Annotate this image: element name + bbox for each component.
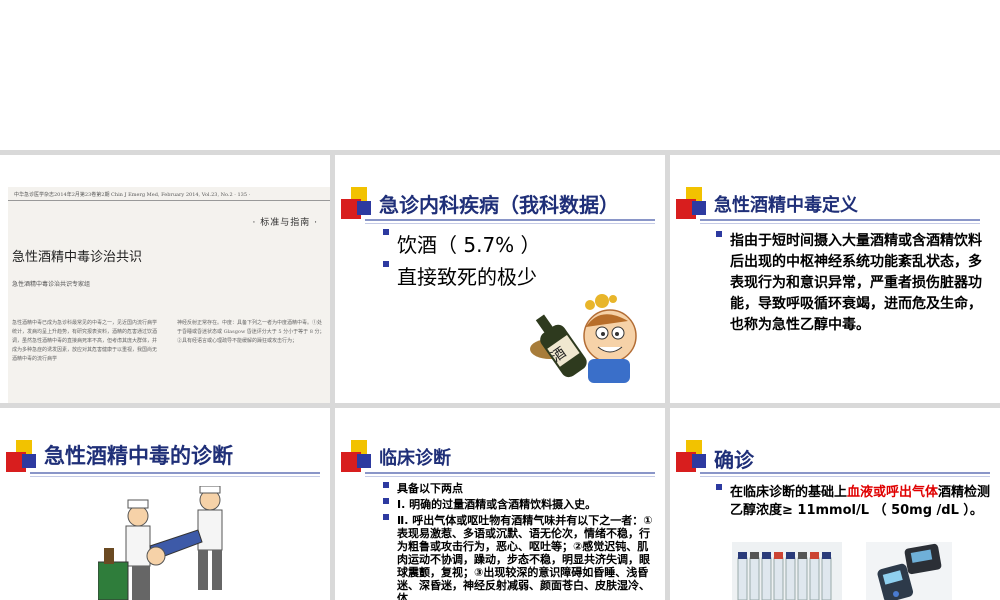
slide-confirmed-diagnosis[interactable]: 确诊 在临床诊断的基础上血液或呼出气体酒精检测乙醇浓度≥ 11mmol/L （ … [670,408,1000,600]
paper-column-right: 神经反射正常存在。中度：具备下列之一者为中度酒精中毒。①处于昏睡或昏迷状态或 G… [177,320,325,344]
paper-guide-label: · 标准与指南 · [252,218,318,228]
clinical-intro: 具备以下两点 [383,482,657,495]
slide-paper-thumbnail[interactable]: 中华急诊医学杂志2014年2月第23卷第2期 Chin J Emerg Med,… [0,155,330,403]
slide-title: 急性酒精中毒定义 [714,195,858,216]
medics-carrying-patient-icon [98,486,223,600]
bullet-direct-death: 直接致死的极少 [383,261,653,293]
slide-clinical-diagnosis[interactable]: 临床诊断 具备以下两点 Ⅰ. 明确的过量酒精或含酒精饮料摄入史。 Ⅱ. 呼出气体… [335,408,665,600]
slide-title: 临床诊断 [379,448,451,469]
breathalyzer-photo-icon [866,542,952,600]
paper-header: 中华急诊医学杂志2014年2月第23卷第2期 Chin J Emerg Med,… [8,187,330,201]
test-tubes-photo-icon [732,542,842,600]
confirm-text-before: 在临床诊断的基础上 [730,485,848,500]
confirm-text-red: 血液或呼出气体 [847,485,939,500]
paper-authors: 急性酒精中毒诊治共识专家组 [12,281,91,288]
bullet-drinking: 饮酒（ 5.7% ） [383,229,653,261]
definition-text: 指由于短时间摄入大量酒精或含酒精饮料后出现的中枢神经系统功能紊乱状态，多表现行为… [716,231,982,336]
paper-column-left: 急性酒精中毒已成为急诊科最常见的中毒之一，见近国内流行病学统计，发病均呈上升趋势… [12,320,158,362]
corner-decoration [341,440,381,474]
paper-page-image: 中华急诊医学杂志2014年2月第23卷第2期 Chin J Emerg Med,… [8,187,330,403]
slide-definition[interactable]: 急性酒精中毒定义 指由于短时间摄入大量酒精或含酒精饮料后出现的中枢神经系统功能紊… [670,155,1000,403]
corner-decoration [341,187,381,221]
slide-diagnosis[interactable]: 急性酒精中毒的诊断 [0,408,330,600]
corner-decoration [676,187,716,221]
confirm-text: 在临床诊断的基础上血液或呼出气体酒精检测乙醇浓度≥ 11mmol/L （ 50m… [716,484,992,520]
slide-department-data[interactable]: 急诊内科疾病（我科数据） 饮酒（ 5.7% ） 直接致死的极少 酒 [335,155,665,403]
slide-title: 确诊 [714,448,754,472]
corner-decoration [676,440,716,474]
paper-title: 急性酒精中毒诊治共识 [12,250,143,265]
clinical-item-2: Ⅱ. 呼出气体或呕吐物有酒精气味并有以下之一者：①表现易激惹、多语或沉默、语无伦… [383,514,657,600]
slide-title: 急诊内科疾病（我科数据） [379,193,619,217]
clinical-item-1: Ⅰ. 明确的过量酒精或含酒精饮料摄入史。 [383,498,657,511]
slide-title: 急性酒精中毒的诊断 [44,444,233,468]
drunk-cartoon-icon: 酒 [530,294,637,383]
corner-decoration [6,440,46,474]
